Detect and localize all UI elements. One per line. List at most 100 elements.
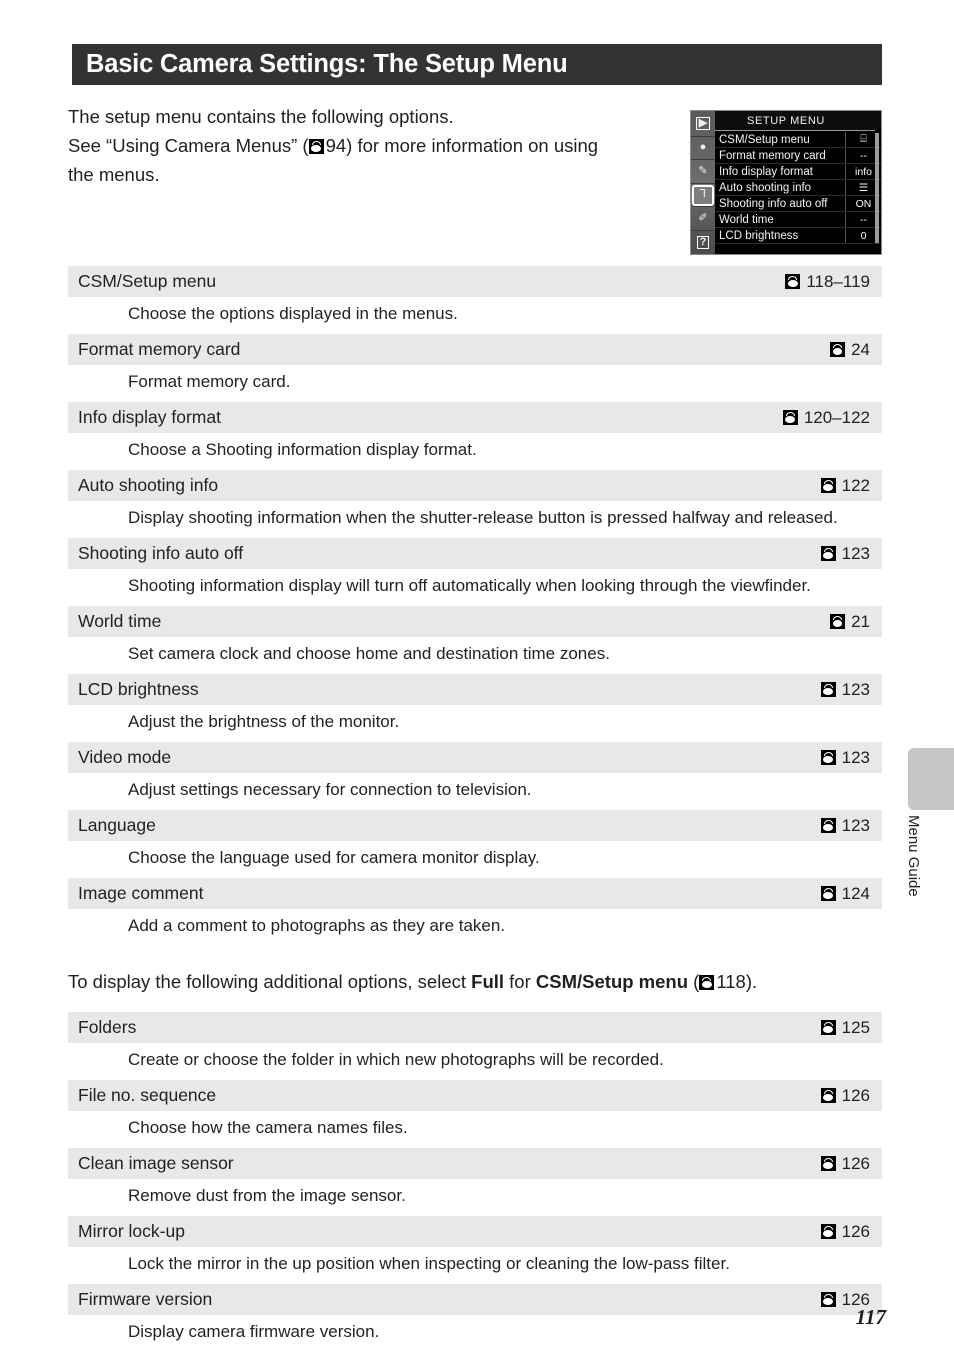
- option-row[interactable]: Info display format 120–122: [68, 402, 882, 433]
- additional-options-paragraph: To display the following additional opti…: [68, 968, 888, 996]
- option-row[interactable]: Auto shooting info 122: [68, 470, 882, 501]
- option-page-number: 120–122: [803, 407, 870, 427]
- lcd-row-label: LCD brightness: [719, 229, 799, 242]
- option-name: Folders: [78, 1017, 137, 1037]
- option-page-reference: 123: [820, 747, 872, 768]
- option-description: Choose the options displayed in the menu…: [128, 304, 458, 323]
- option-page-number: 125: [841, 1017, 870, 1037]
- option-page-reference: 123: [820, 815, 872, 836]
- page-reference-icon: [820, 1020, 836, 1035]
- option-name: Format memory card: [78, 339, 241, 359]
- option-description: Set camera clock and choose home and des…: [128, 644, 610, 663]
- lcd-row-label: Info display format: [719, 165, 813, 178]
- page-number: 117: [855, 1305, 886, 1329]
- custom-settings-icon: ✎: [691, 160, 715, 184]
- option-page-number: 124: [841, 883, 870, 903]
- option-page-reference: 21: [830, 612, 872, 632]
- lcd-title-divider: [715, 130, 875, 131]
- intro-line-3: the menus.: [68, 164, 160, 185]
- page-reference-icon: [830, 342, 846, 357]
- option-row[interactable]: Shooting info auto off 123: [68, 538, 882, 569]
- lcd-row-label: World time: [719, 213, 774, 226]
- option-page-number: 126: [841, 1221, 870, 1241]
- lcd-menu-row[interactable]: Info display format info: [715, 164, 881, 180]
- page-reference-icon: [820, 1088, 836, 1103]
- page-reference-icon: [820, 750, 836, 765]
- option-description: Choose how the camera names files.: [128, 1118, 408, 1137]
- setup-options-table: CSM/Setup menu 118–119 Choose the options …: [68, 266, 882, 946]
- option-name: CSM/Setup menu: [78, 271, 217, 291]
- lcd-row-label: Auto shooting info: [719, 181, 812, 194]
- lcd-row-label: Format memory card: [719, 149, 826, 162]
- option-description: Display camera firmware version.: [128, 1322, 380, 1341]
- option-row[interactable]: Format memory card 24: [68, 334, 882, 365]
- lcd-row-label: CSM/Setup menu: [719, 133, 810, 146]
- page-reference-icon: [820, 1224, 836, 1239]
- option-row[interactable]: Language 123: [68, 810, 882, 841]
- page-reference-icon: [820, 682, 836, 697]
- option-description: Choose the language used for camera moni…: [128, 848, 540, 867]
- section-tab-label: Menu Guide: [905, 815, 922, 897]
- option-name: Info display format: [78, 407, 221, 427]
- lcd-menu-rows: CSM/Setup menu ⌸ Format memory card -- Info …: [715, 132, 881, 254]
- option-page-reference: 123: [820, 544, 872, 564]
- option-description: Create or choose the folder in which new…: [128, 1050, 664, 1069]
- midpara-part1: To display the following additional opti…: [68, 971, 472, 992]
- option-description: Remove dust from the image sensor.: [128, 1186, 406, 1205]
- page-reference-icon: [820, 478, 836, 493]
- lcd-menu-row[interactable]: LCD brightness 0: [715, 228, 881, 244]
- option-row[interactable]: Folders 125: [68, 1012, 882, 1043]
- option-page-reference: 124: [820, 883, 872, 904]
- option-row[interactable]: Firmware version 126: [68, 1284, 882, 1315]
- option-row[interactable]: CSM/Setup menu 118–119: [68, 266, 882, 297]
- option-row[interactable]: Image comment 124: [68, 878, 882, 909]
- lcd-menu-row[interactable]: Format memory card --: [715, 148, 881, 164]
- lcd-sidebar: ▶ ● ✎ ⅂ ✐ ?: [691, 111, 715, 255]
- option-page-number: 123: [841, 815, 870, 835]
- option-page-number: 123: [841, 747, 870, 767]
- camera-lcd-screenshot: SETUP MENU ▶ ● ✎ ⅂ ✐ ? CSM/Setup menu ⌸ Fo…: [690, 110, 882, 255]
- option-row[interactable]: File no. sequence 126: [68, 1080, 882, 1111]
- option-page-reference: 126: [820, 1221, 872, 1242]
- option-page-reference: 123: [820, 679, 872, 700]
- option-description: Shooting information display will turn o…: [128, 576, 811, 595]
- page-reference-icon: [785, 274, 801, 289]
- option-page-number: 123: [841, 679, 870, 699]
- recent-settings-icon: ?: [691, 231, 715, 255]
- option-row[interactable]: Video mode 123: [68, 742, 882, 773]
- option-page-number: 118–119: [806, 271, 870, 291]
- lcd-menu-row[interactable]: CSM/Setup menu ⌸: [715, 132, 881, 148]
- option-page-reference: 126: [820, 1154, 872, 1174]
- page-reference-icon: [820, 1292, 836, 1307]
- intro-text: The setup menu contains the following op…: [68, 102, 668, 189]
- lcd-menu-row[interactable]: Auto shooting info ☰: [715, 180, 881, 196]
- lcd-menu-row[interactable]: Shooting info auto off ON: [715, 196, 881, 212]
- option-page-reference: 120–122: [782, 407, 872, 428]
- option-name: File no. sequence: [78, 1085, 217, 1105]
- option-row[interactable]: LCD brightness 123: [68, 674, 882, 705]
- retouch-menu-icon: ✐: [691, 207, 715, 231]
- lcd-menu-title: SETUP MENU: [691, 111, 881, 130]
- lcd-menu-row[interactable]: World time --: [715, 212, 881, 228]
- option-page-reference: 118–119: [785, 272, 872, 292]
- option-description: Choose a Shooting information display fo…: [128, 440, 477, 459]
- option-page-reference: 24: [830, 340, 872, 360]
- option-name: World time: [78, 611, 162, 631]
- option-row[interactable]: Clean image sensor 126: [68, 1148, 882, 1179]
- option-description: Adjust settings necessary for connection…: [128, 780, 532, 799]
- midpara-page: 118).: [716, 971, 758, 992]
- intro-line-2: See “Using Camera Menus” (94) for more i…: [68, 131, 668, 160]
- option-row[interactable]: World time 21: [68, 606, 882, 637]
- option-name: Image comment: [78, 883, 204, 903]
- option-name: Shooting info auto off: [78, 543, 244, 563]
- midpara-bold-full: Full: [471, 971, 505, 992]
- option-page-number: 126: [841, 1085, 870, 1105]
- lcd-scrollbar: [875, 133, 879, 243]
- option-name: Mirror lock-up: [78, 1221, 185, 1241]
- option-page-number: 122: [841, 475, 870, 495]
- option-page-number: 24: [851, 339, 870, 359]
- option-name: Clean image sensor: [78, 1153, 234, 1173]
- option-description: Add a comment to photographs as they are…: [128, 916, 506, 935]
- option-row[interactable]: Mirror lock-up 126: [68, 1216, 882, 1247]
- shooting-menu-icon: ●: [691, 137, 715, 160]
